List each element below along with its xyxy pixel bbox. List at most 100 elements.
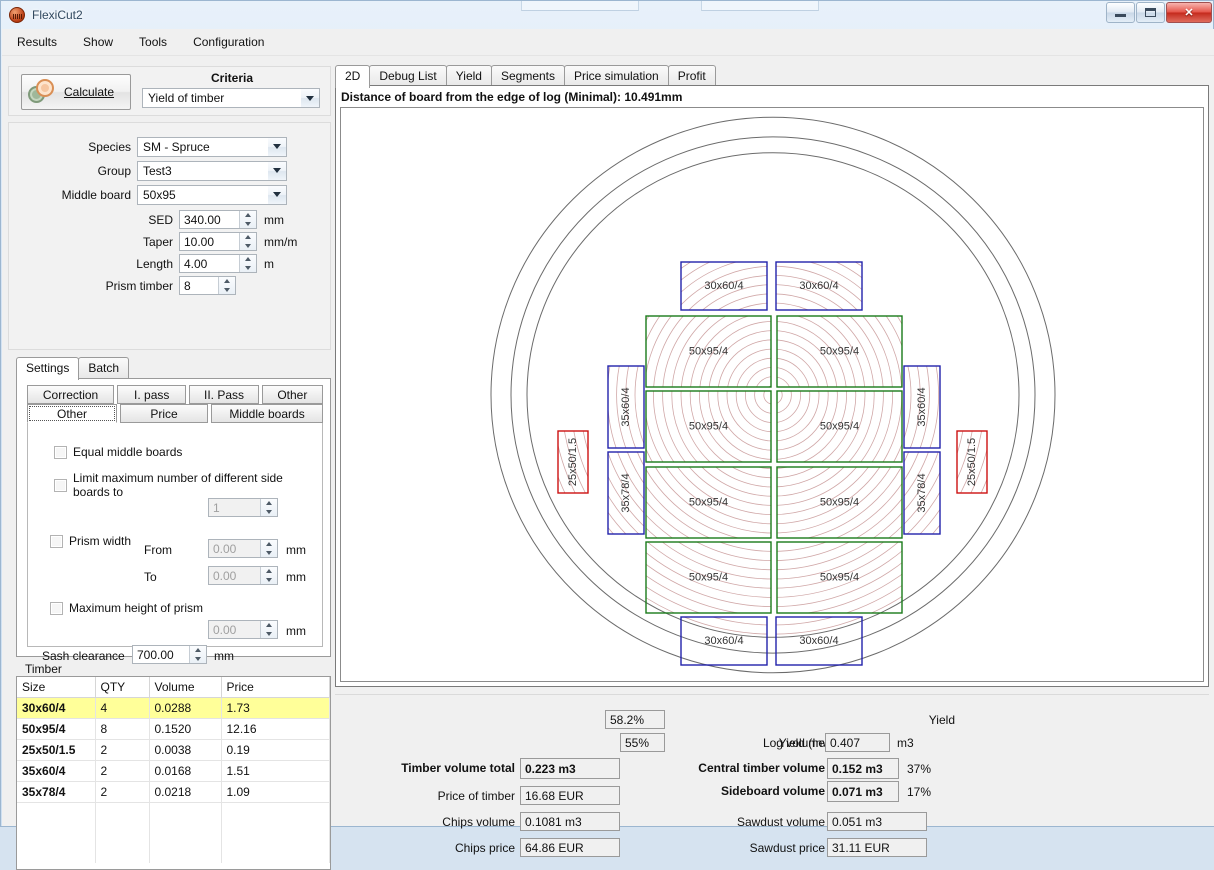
timber-table-container[interactable]: Size QTY Volume Price 30x60/4 4 0.0288 1.73…	[16, 676, 331, 870]
table-row[interactable]: 25x50/1.5 2 0.0038 0.19	[17, 740, 330, 761]
middle-board-select[interactable]: 50x95	[137, 185, 287, 205]
max-height-stepper[interactable]	[260, 621, 277, 638]
prism-timber-input[interactable]: 8	[179, 276, 236, 295]
prism-to-stepper[interactable]	[260, 567, 277, 584]
field-log-volume[interactable]: 0.407	[825, 733, 890, 752]
tab-settings[interactable]: Settings	[16, 357, 79, 380]
subtab-correction[interactable]: Correction	[27, 385, 114, 404]
table-row[interactable]: 30x60/4 4 0.0288 1.73	[17, 698, 330, 719]
subtab-middle-boards[interactable]: Middle boards	[211, 404, 323, 423]
checkbox-max-height-prism[interactable]: Maximum height of prism	[50, 601, 203, 615]
cell-price: 12.16	[221, 719, 330, 740]
settings-group: Settings Batch Correction I. pass II. Pa…	[16, 357, 331, 657]
gears-icon	[28, 79, 54, 105]
menu-configuration[interactable]: Configuration	[182, 32, 275, 52]
checkbox-equal-middle-boards[interactable]: Equal middle boards	[54, 445, 182, 459]
field-central-volume[interactable]: 0.152 m3	[827, 758, 899, 779]
subtab-price[interactable]: Price	[120, 404, 208, 423]
sed-stepper[interactable]	[239, 211, 256, 228]
prism-timber-stepper[interactable]	[218, 277, 235, 294]
checkbox-box	[54, 479, 67, 492]
subtab-i-pass[interactable]: I. pass	[117, 385, 186, 404]
taper-unit: mm/m	[264, 235, 297, 249]
maximize-button[interactable]	[1136, 2, 1165, 23]
table-row[interactable]: 35x60/4 2 0.0168 1.51	[17, 761, 330, 782]
field-sideboard-volume[interactable]: 0.071 m3	[827, 781, 899, 802]
chevron-down-icon[interactable]	[301, 89, 319, 107]
tab-batch[interactable]: Batch	[78, 357, 129, 380]
sash-clearance-stepper[interactable]	[189, 646, 206, 663]
label-species: Species	[9, 140, 137, 154]
param-row-prism-timber: Prism timber 8	[9, 275, 320, 296]
board-35x78-4: 35x78/4	[904, 452, 940, 534]
window-title: FlexiCut2	[32, 8, 83, 22]
length-stepper[interactable]	[239, 255, 256, 272]
sash-clearance-input[interactable]: 700.00	[132, 645, 207, 664]
close-button[interactable]: ✕	[1166, 2, 1212, 23]
limit-value: 1	[213, 501, 220, 515]
col-size[interactable]: Size	[17, 677, 95, 698]
label-length: Length	[9, 257, 179, 271]
cell-size: 25x50/1.5	[17, 740, 95, 761]
svg-text:50x95/4: 50x95/4	[689, 497, 728, 509]
prism-to-input[interactable]: 0.00	[208, 566, 278, 585]
field-yield[interactable]: 58.2%	[605, 710, 665, 729]
table-row[interactable]: 35x78/4 2 0.0218 1.09	[17, 782, 330, 803]
field-sawdust-volume[interactable]: 0.051 m3	[827, 812, 927, 831]
prism-from-stepper[interactable]	[260, 540, 277, 557]
svg-text:30x60/4: 30x60/4	[704, 280, 743, 292]
tab-2d[interactable]: 2D	[335, 65, 370, 88]
col-qty[interactable]: QTY	[95, 677, 149, 698]
group-select[interactable]: Test3	[137, 161, 287, 181]
chevron-down-icon[interactable]	[268, 186, 286, 204]
field-yield-invoice[interactable]: 55%	[620, 733, 665, 752]
checkbox-box	[54, 446, 67, 459]
menu-show[interactable]: Show	[72, 32, 124, 52]
checkbox-limit-side-boards[interactable]: Limit maximum number of different side b…	[54, 471, 322, 499]
table-row[interactable]: 50x95/4 8 0.1520 12.16	[17, 719, 330, 740]
minimize-button[interactable]	[1106, 2, 1135, 23]
criteria-select[interactable]: Yield of timber	[142, 88, 320, 108]
distance-label: Distance of board from the edge of log (…	[341, 90, 682, 104]
sash-clearance-value: 700.00	[137, 648, 174, 662]
field-chips-price[interactable]: 64.86 EUR	[520, 838, 620, 857]
max-height-input[interactable]: 0.00	[208, 620, 278, 639]
label-timber-total: Timber volume total	[340, 761, 515, 775]
field-chips-volume[interactable]: 0.1081 m3	[520, 812, 620, 831]
settings-tabstrip: Settings Batch	[16, 357, 128, 380]
col-price[interactable]: Price	[221, 677, 330, 698]
cell-size: 30x60/4	[17, 698, 95, 719]
taper-input[interactable]: 10.00	[179, 232, 257, 251]
timber-group: Timber Size QTY Volume Price 30x60/4 4 0.0…	[16, 664, 331, 870]
taper-stepper[interactable]	[239, 233, 256, 250]
group-value: Test3	[143, 164, 172, 178]
menu-results[interactable]: Results	[6, 32, 68, 52]
subtab-other-row1[interactable]: Other	[262, 385, 323, 404]
limit-value-input[interactable]: 1	[208, 498, 278, 517]
field-price-timber[interactable]: 16.68 EUR	[520, 786, 620, 805]
window-buttons: ✕	[1105, 2, 1212, 23]
svg-text:25x50/1.5: 25x50/1.5	[966, 438, 978, 486]
log-diagram-canvas[interactable]: 30x60/4 30x60/4 50x95/4 50x95/4 50x95/4 50x95…	[340, 107, 1204, 682]
taper-value: 10.00	[184, 235, 214, 249]
col-volume[interactable]: Volume	[149, 677, 221, 698]
prism-from-input[interactable]: 0.00	[208, 539, 278, 558]
subtab-other-row2[interactable]: Other	[27, 404, 117, 423]
chevron-down-icon[interactable]	[268, 162, 286, 180]
chevron-down-icon[interactable]	[268, 138, 286, 156]
minimize-icon	[1115, 14, 1126, 17]
menu-tools[interactable]: Tools	[128, 32, 178, 52]
species-select[interactable]: SM - Spruce	[137, 137, 287, 157]
limit-stepper[interactable]	[260, 499, 277, 516]
calculate-button-label: Calculate	[64, 85, 114, 99]
cell-qty: 2	[95, 740, 149, 761]
subtab-ii-pass[interactable]: II. Pass	[189, 385, 258, 404]
field-timber-total[interactable]: 0.223 m3	[520, 758, 620, 779]
sed-input[interactable]: 340.00	[179, 210, 257, 229]
field-sawdust-price[interactable]: 31.11 EUR	[827, 838, 927, 857]
checkbox-box	[50, 535, 63, 548]
cell-volume: 0.0168	[149, 761, 221, 782]
calculate-button[interactable]: Calculate	[21, 74, 131, 110]
checkbox-prism-width[interactable]: Prism width	[50, 534, 131, 548]
length-input[interactable]: 4.00	[179, 254, 257, 273]
